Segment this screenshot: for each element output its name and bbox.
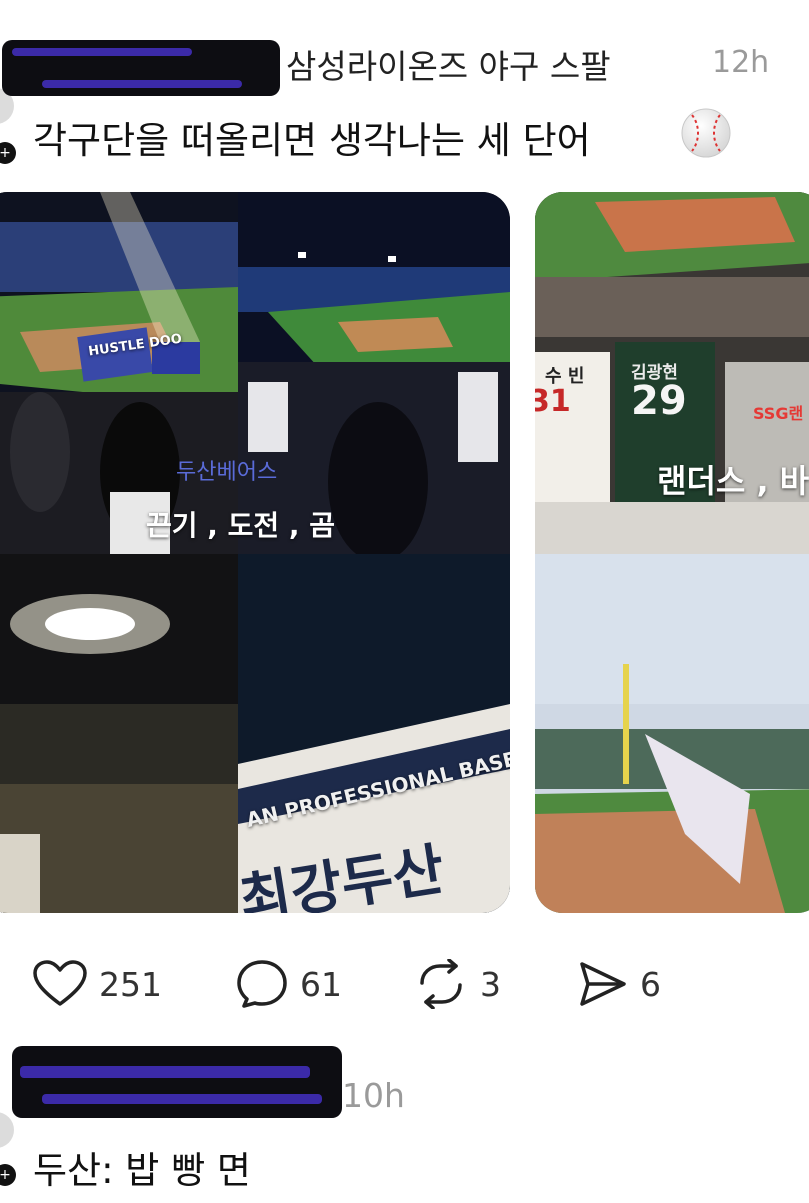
overlay-faint-text: 두산베어스 [176,460,278,485]
comment-count: 61 [300,964,342,1004]
post-image-2[interactable]: 수 빈 31 김광현 29 SSG랜 랜더스 , 바 [535,192,809,913]
redacted-username [2,40,280,96]
like-button[interactable]: 251 [33,958,162,1010]
comment-icon [237,960,287,1008]
photo-stadium-crowd [0,192,238,554]
post-time: 12h [712,45,770,80]
follow-plus-icon[interactable]: + [0,142,16,164]
post-text: 각구단을 떠올리면 생각나는 세 단어 [33,119,591,162]
like-count: 251 [99,964,162,1004]
repost-button[interactable]: 3 [414,958,501,1010]
username[interactable]: 삼성라이온즈 야구 스팔 [286,40,611,88]
avatar[interactable] [0,1112,14,1148]
photo-ssg-field [535,554,809,913]
overlay-text: 끈기 , 도전 , 곰 [146,509,336,542]
comment-button[interactable]: 61 [236,958,342,1010]
photo-night-crowd [0,554,238,913]
heart-icon [33,960,87,1006]
share-count: 6 [640,964,661,1004]
post-text: 두산: 밥 빵 면 [33,1149,251,1192]
share-button[interactable]: 6 [578,958,661,1010]
photo-stadium-field [238,192,510,554]
redacted-username [12,1046,342,1118]
overlay-text-2: 랜더스 , 바 [657,462,809,500]
baseball-icon [681,108,731,158]
jersey-number: 29 [631,378,687,424]
jersey-left-number: 31 [535,384,571,419]
post-image-1[interactable]: 두산베어스 끈기 , 도전 , 곰 HUSTLE DOO AN PROFESSI… [0,192,510,913]
ssg-badge: SSG랜 [753,404,804,423]
send-icon [580,962,626,1006]
post-time: 10h [342,1076,405,1115]
repost-icon [420,959,462,1009]
repost-count: 3 [480,964,501,1004]
follow-plus-icon[interactable]: + [0,1164,16,1186]
